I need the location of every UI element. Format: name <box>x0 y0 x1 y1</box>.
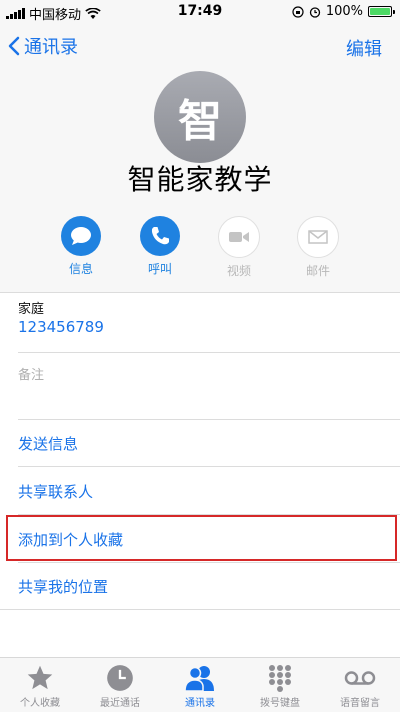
send-message-option[interactable]: 发送信息 <box>18 433 78 454</box>
tab-voicemail-label: 语音留言 <box>340 698 380 709</box>
contacts-icon <box>184 666 214 692</box>
tab-contacts-label: 通讯录 <box>185 698 215 709</box>
video-action-button[interactable]: 视频 <box>204 216 274 279</box>
star-icon <box>27 665 53 690</box>
mail-action-label: 邮件 <box>305 264 330 278</box>
video-action-label: 视频 <box>226 264 251 278</box>
tab-bar: 个人收藏 最近通话 通讯录 拨号键盘 语音留言 <box>0 657 400 712</box>
tab-favorites[interactable]: 个人收藏 <box>0 663 80 709</box>
battery-icon <box>368 6 395 17</box>
contact-header: 通讯录 编辑 智 智能家教学 信息 呼叫 视频 邮件 <box>0 24 400 292</box>
divider <box>18 562 400 563</box>
action-buttons: 信息 呼叫 视频 邮件 <box>0 216 400 279</box>
back-button[interactable]: 通讯录 <box>8 33 78 59</box>
share-contact-option[interactable]: 共享联系人 <box>18 481 93 502</box>
back-label: 通讯录 <box>24 37 78 58</box>
notes-field[interactable]: 备注 <box>18 364 44 383</box>
divider <box>0 609 400 610</box>
chevron-left-icon <box>8 36 20 56</box>
highlight-box <box>6 515 397 561</box>
tab-voicemail[interactable]: 语音留言 <box>320 663 400 709</box>
message-action-button[interactable]: 信息 <box>46 216 116 277</box>
alarm-icon <box>309 6 320 18</box>
share-location-option[interactable]: 共享我的位置 <box>18 576 108 597</box>
divider <box>18 352 400 353</box>
call-action-label: 呼叫 <box>147 262 172 276</box>
header-divider <box>0 292 400 293</box>
edit-button[interactable]: 编辑 <box>346 35 382 61</box>
tab-keypad[interactable]: 拨号键盘 <box>240 663 320 709</box>
phone-type-label: 家庭 <box>18 302 45 317</box>
keypad-icon <box>269 665 291 692</box>
phone-number-link[interactable]: 123456789 <box>18 318 104 336</box>
clock-icon <box>107 665 133 691</box>
voicemail-icon <box>344 671 376 685</box>
lock-rotation-icon <box>292 5 304 18</box>
tab-recents[interactable]: 最近通话 <box>80 663 160 709</box>
call-action-button[interactable]: 呼叫 <box>125 216 195 277</box>
tab-keypad-label: 拨号键盘 <box>260 698 300 709</box>
video-icon <box>229 232 249 242</box>
mail-action-button[interactable]: 邮件 <box>283 216 353 279</box>
battery-percent: 100% <box>325 4 363 19</box>
message-action-label: 信息 <box>68 262 93 276</box>
status-right: 100% <box>292 4 395 19</box>
mail-icon <box>308 230 328 244</box>
phone-icon <box>151 227 169 245</box>
tab-recents-label: 最近通话 <box>100 698 140 709</box>
tab-contacts[interactable]: 通讯录 <box>160 663 240 709</box>
divider <box>18 419 400 420</box>
tab-favorites-label: 个人收藏 <box>20 698 60 709</box>
avatar: 智 <box>154 71 246 163</box>
divider <box>18 466 400 467</box>
status-bar: 中国移动 17:49 100% <box>0 0 400 24</box>
message-icon <box>71 227 91 245</box>
contact-name: 智能家教学 <box>127 163 273 196</box>
